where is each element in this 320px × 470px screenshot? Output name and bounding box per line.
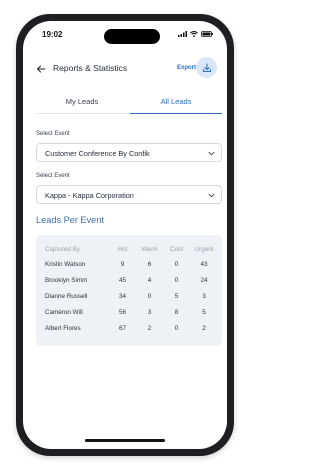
event-select[interactable]: Customer Conference By Confik: [36, 143, 222, 162]
table-cell: 9: [120, 260, 125, 268]
leads-table: Captured By Hot Warm Cold Urgent Kristin…: [45, 242, 218, 336]
table-cell: 2: [147, 324, 152, 332]
table-cell: 5: [174, 292, 179, 300]
table-cell: 2: [202, 324, 206, 332]
phone-frame: 19:02 Reports & Statistics Export My Lea…: [16, 14, 234, 456]
back-arrow-icon[interactable]: [34, 62, 48, 76]
table-cell: 56: [118, 308, 126, 316]
column-header: Cold: [170, 245, 183, 253]
company-select-value: Kappa - Kappa Corporation: [45, 191, 134, 200]
export-button[interactable]: [196, 57, 217, 78]
table-cell: 0: [147, 292, 152, 300]
chevron-down-icon: [208, 151, 215, 156]
wifi-icon: [190, 31, 198, 37]
table-cell: 6: [147, 260, 152, 268]
home-indicator: [85, 439, 165, 442]
battery-icon: [201, 31, 213, 37]
table-cell: 5: [202, 308, 206, 316]
table-cell: 3: [147, 308, 152, 316]
table-cell: 43: [200, 260, 208, 268]
table-header-row: Captured By Hot Warm Cold Urgent: [45, 242, 218, 256]
download-icon: [202, 63, 211, 72]
leads-table-card: Captured By Hot Warm Cold Urgent Kristin…: [36, 235, 222, 346]
section-title: Leads Per Event: [36, 215, 104, 225]
status-time: 19:02: [42, 30, 63, 39]
table-cell: Kristin Watson: [45, 260, 86, 268]
table-cell: 34: [118, 292, 126, 300]
app-header: Reports & Statistics Export: [23, 57, 227, 81]
table-cell: 4: [147, 276, 152, 284]
export-label[interactable]: Export: [177, 65, 196, 71]
page-title: Reports & Statistics: [53, 63, 128, 73]
tab-all-leads[interactable]: All Leads: [130, 97, 222, 114]
app-screen: 19:02 Reports & Statistics Export My Lea…: [23, 21, 227, 449]
table-cell: 3: [202, 292, 206, 300]
chevron-down-icon: [208, 193, 215, 198]
table-row: Albert Flores 67 2 0 2: [45, 320, 218, 336]
tab-my-leads[interactable]: My Leads: [36, 97, 128, 113]
signal-icon: [178, 31, 187, 37]
leads-tabs: My Leads All Leads: [36, 97, 222, 114]
table-cell: Brooklyn Simm: [45, 276, 88, 284]
table-cell: 67: [118, 324, 126, 332]
table-cell: Albert Flores: [45, 324, 81, 332]
column-header: Hot: [117, 245, 128, 253]
table-row: Kristin Watson 9 6 0 43: [45, 256, 218, 272]
table-row: Brooklyn Simm 45 4 0 24: [45, 272, 218, 288]
table-cell: 8: [174, 308, 179, 316]
table-cell: 45: [118, 276, 126, 284]
column-header: Urgent: [194, 245, 214, 253]
table-cell: 24: [200, 276, 208, 284]
table-row: Cameron Will 56 3 8 5: [45, 304, 218, 320]
select-company-label: Select Event: [36, 173, 70, 179]
table-cell: 0: [174, 276, 179, 284]
column-header: Captured By: [45, 245, 81, 253]
table-cell: Cameron Will: [45, 308, 83, 316]
event-select-value: Customer Conference By Confik: [45, 149, 150, 158]
status-icons: [178, 31, 213, 37]
dynamic-island: [104, 29, 160, 44]
table-cell: Dianne Russell: [45, 292, 88, 300]
select-event-label: Select Event: [36, 131, 70, 137]
column-header: Warm: [141, 245, 158, 253]
table-cell: 0: [174, 324, 179, 332]
company-select[interactable]: Kappa - Kappa Corporation: [36, 185, 222, 204]
table-row: Dianne Russell 34 0 5 3: [45, 288, 218, 304]
table-cell: 0: [174, 260, 179, 268]
